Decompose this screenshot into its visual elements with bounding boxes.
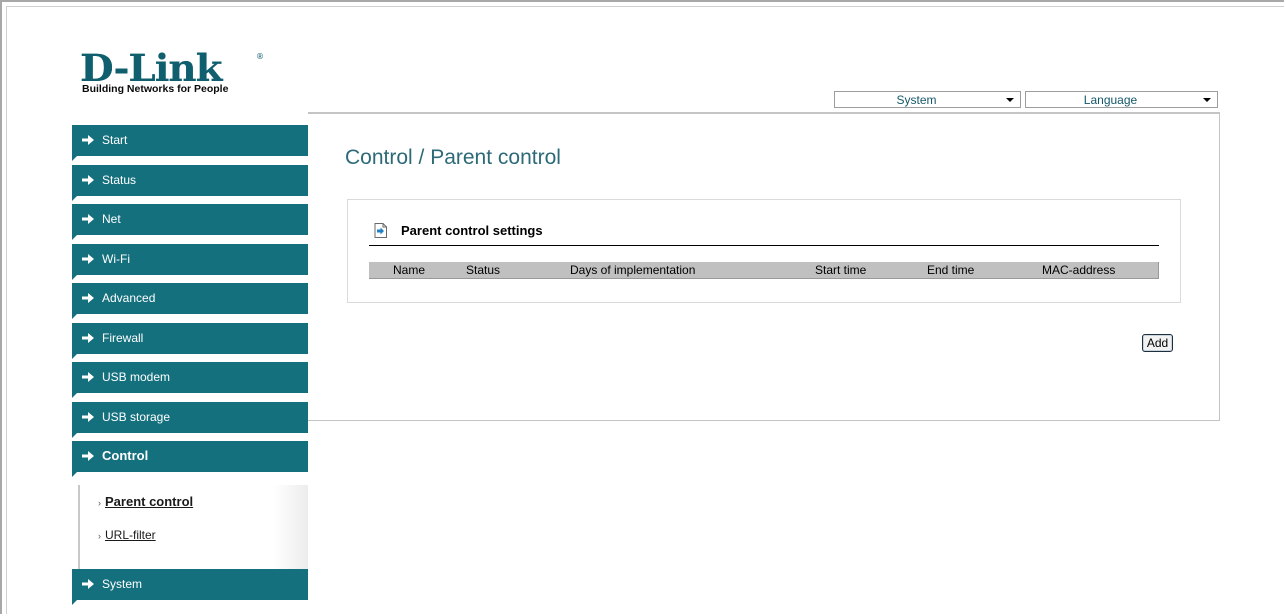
arrow-right-icon	[82, 214, 94, 224]
sidebar-item-start[interactable]: Start	[72, 125, 308, 161]
logo-registered-mark: ®	[256, 52, 264, 61]
bullet-icon: ›	[98, 498, 101, 508]
arrow-right-icon	[82, 333, 94, 343]
column-header-status: Status	[466, 263, 501, 277]
sidebar-item-status[interactable]: Status	[72, 165, 308, 201]
sidebar-item-label: Advanced	[102, 291, 156, 305]
dlink-logo: D-Link ® Building Networks for People	[80, 50, 270, 100]
arrow-right-icon	[82, 175, 94, 185]
sidebar-item-control[interactable]: Control	[72, 441, 308, 477]
sidebar-item-label: System	[102, 577, 143, 591]
submenu-item-parent-control[interactable]: › Parent control	[98, 494, 193, 509]
arrow-right-icon	[82, 451, 94, 461]
arrow-right-icon	[82, 293, 94, 303]
sidebar-item-label: USB storage	[102, 410, 171, 424]
column-header-end-time: End time	[927, 263, 975, 277]
table-header: Name Status Days of implementation Start…	[369, 262, 1159, 279]
arrow-right-icon	[82, 372, 94, 382]
column-header-mac-address: MAC-address	[1042, 263, 1116, 277]
page-title: Control / Parent control	[345, 146, 561, 169]
section-title: Parent control settings	[401, 223, 543, 238]
sidebar-item-label: Start	[102, 133, 128, 147]
document-arrow-icon	[374, 223, 387, 238]
section-divider	[369, 245, 1159, 246]
settings-box	[347, 199, 1181, 303]
arrow-right-icon	[82, 135, 94, 145]
column-header-days: Days of implementation	[570, 263, 696, 277]
language-select-value: Language	[1083, 93, 1138, 107]
arrow-right-icon	[82, 579, 94, 589]
sidebar-item-net[interactable]: Net	[72, 204, 308, 240]
arrow-right-icon	[82, 412, 94, 422]
column-header-start-time: Start time	[815, 263, 867, 277]
chevron-down-icon	[1203, 98, 1211, 102]
submenu-item-label: URL-filter	[105, 528, 156, 542]
system-select-value: System	[896, 93, 937, 107]
submenu-item-label: Parent control	[105, 494, 194, 509]
sidebar-item-system[interactable]: System	[72, 569, 308, 605]
sidebar-item-label: Control	[102, 448, 149, 463]
chevron-down-icon	[1006, 98, 1014, 102]
language-select[interactable]: Language	[1025, 91, 1218, 108]
sidebar-item-label: Net	[102, 212, 121, 226]
sidebar-item-label: Status	[102, 173, 137, 187]
logo-wordmark: D-Link	[80, 46, 223, 90]
system-select[interactable]: System	[834, 91, 1021, 108]
logo-tagline: Building Networks for People	[82, 83, 229, 95]
column-header-name: Name	[393, 263, 426, 277]
sidebar-item-label: Wi-Fi	[102, 252, 130, 266]
sidebar-item-advanced[interactable]: Advanced	[72, 283, 308, 319]
bullet-icon: ›	[98, 531, 101, 541]
sidebar-item-usb-storage[interactable]: USB storage	[72, 402, 308, 438]
arrow-right-icon	[82, 254, 94, 264]
sidebar-item-label: Firewall	[102, 331, 144, 345]
add-button[interactable]: Add	[1142, 334, 1173, 352]
submenu-item-url-filter[interactable]: › URL-filter	[98, 528, 156, 542]
sidebar-item-usb-modem[interactable]: USB modem	[72, 362, 308, 398]
sidebar-item-wifi[interactable]: Wi-Fi	[72, 244, 308, 280]
sidebar-item-firewall[interactable]: Firewall	[72, 323, 308, 359]
sidebar-item-label: USB modem	[102, 370, 171, 384]
